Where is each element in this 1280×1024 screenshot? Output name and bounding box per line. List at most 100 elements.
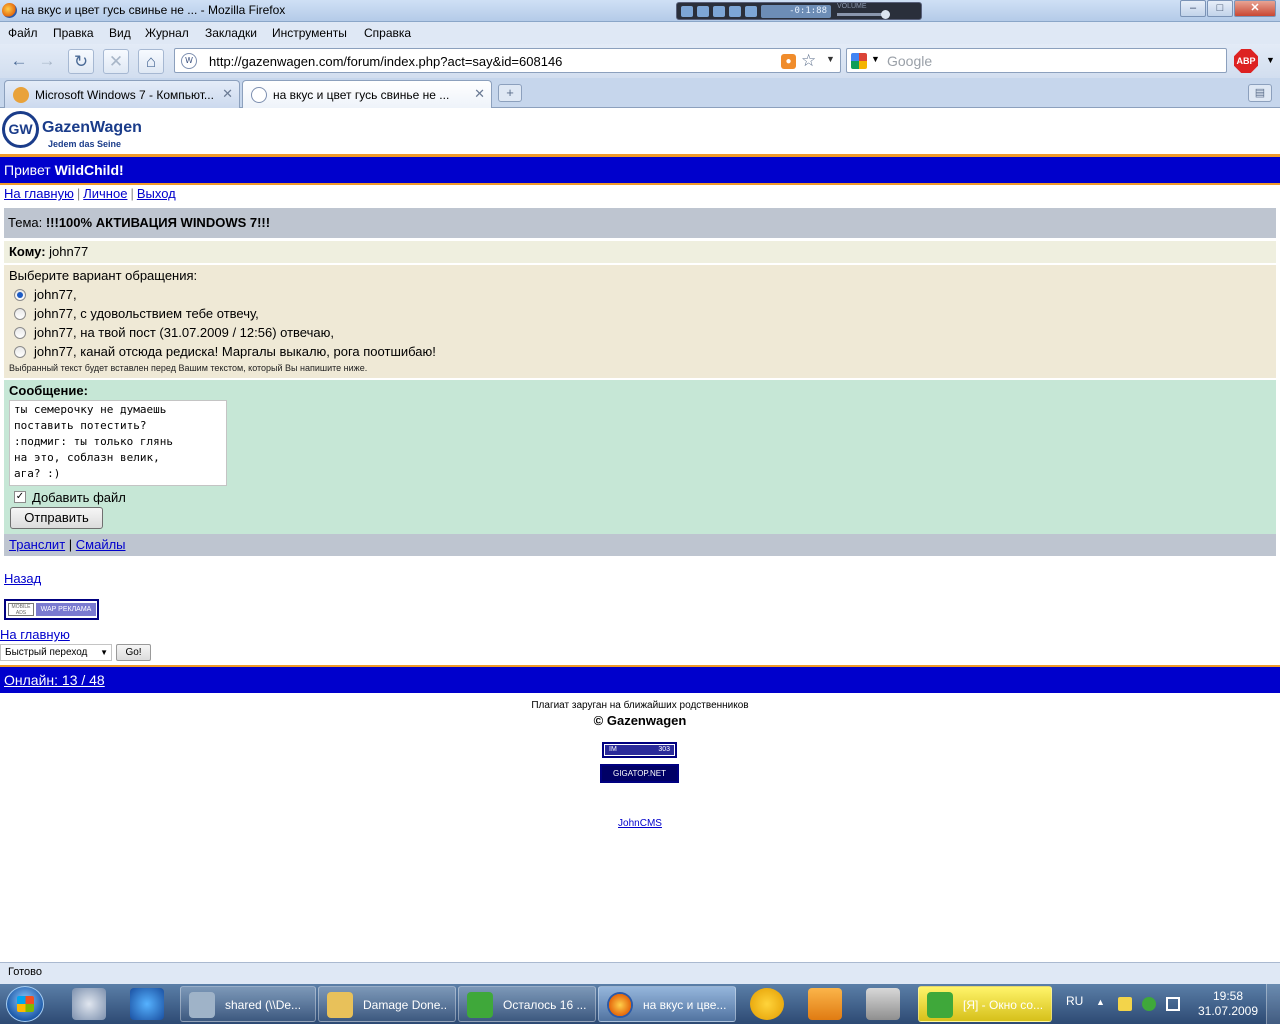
rss-icon[interactable]: ● [781,54,796,69]
tab-favicon-icon [251,87,267,103]
url-bar[interactable]: W http://gazenwagen.com/forum/index.php?… [174,48,841,73]
logout-link[interactable]: Выход [137,186,176,201]
close-button[interactable]: ✕ [1234,0,1276,17]
app-icon[interactable] [866,988,900,1020]
list-all-tabs-icon[interactable]: ▤ [1248,84,1272,102]
attach-file-checkbox[interactable]: ✓ [14,491,26,503]
chevron-down-icon: ▼ [100,648,108,657]
translit-link[interactable]: Транслит [9,537,65,552]
menu-help[interactable]: Справка [364,26,411,40]
counter-badge-1[interactable]: IM 303 [602,742,677,758]
volume-label: VOLUME [837,3,867,10]
greeting-prefix: Привет [4,162,55,178]
network-icon[interactable] [1166,997,1180,1011]
play-icon[interactable] [681,6,693,17]
menu-view[interactable]: Вид [109,26,131,40]
tab-close-icon[interactable]: ✕ [474,86,485,102]
radio-button[interactable] [14,289,26,301]
ad-banner[interactable]: MOBILE ADS WAP РЕКЛАМА [4,599,99,620]
radio-button[interactable] [14,346,26,358]
media-player-bar: -0:1:88 VOLUME [676,2,922,20]
show-hidden-icons-icon[interactable]: ▲ [1096,997,1110,1011]
menu-bookmarks[interactable]: Закладки [205,26,257,40]
url-text[interactable]: http://gazenwagen.com/forum/index.php?ac… [209,54,562,69]
pause-icon[interactable] [697,6,709,17]
go-button[interactable]: Go! [116,644,151,661]
taskbar-button-firefox[interactable]: на вкус и цве... [598,986,736,1022]
radio-button[interactable] [14,327,26,339]
message-textarea[interactable]: ты семерочку не думаешь поставить потест… [9,400,227,486]
logo-name: GazenWagen [42,119,142,136]
firefox-icon [607,992,633,1018]
folder-icon [327,992,353,1018]
back-arrow-icon[interactable]: ← [6,49,32,74]
smiles-link[interactable]: Смайлы [76,537,126,552]
search-engine-dropdown-icon[interactable]: ▼ [871,54,880,64]
stop-icon[interactable] [713,6,725,17]
home-icon[interactable]: ⌂ [138,49,164,74]
menu-edit[interactable]: Правка [53,26,94,40]
search-bar[interactable]: ▼ Google [846,48,1227,73]
forward-arrow-icon[interactable]: → [34,49,60,74]
previous-icon[interactable] [729,6,741,17]
radio-button[interactable] [14,308,26,320]
adblock-dropdown-icon[interactable]: ▼ [1266,55,1275,65]
tab-windows7[interactable]: Microsoft Windows 7 - Компьют... ✕ [4,80,240,108]
next-icon[interactable] [745,6,757,17]
menu-bar: Файл Правка Вид Журнал Закладки Инструме… [0,22,1280,44]
taskbar-button-folder[interactable]: Damage Done... [318,986,456,1022]
language-indicator[interactable]: RU [1066,994,1083,1008]
tab-gazenwagen[interactable]: на вкус и цвет гусь свинье не ... ✕ [242,80,492,108]
quick-launch-app-icon[interactable] [72,988,106,1020]
greeting-user: WildChild! [54,162,124,178]
home-link[interactable]: На главную [4,186,74,201]
internet-explorer-icon[interactable] [130,988,164,1020]
taskbar-button-shared[interactable]: shared (\\De... [180,986,316,1022]
topic-header: Тема: !!!100% АКТИВАЦИЯ WINDOWS 7!!! [4,208,1276,238]
taskbar-button-copy[interactable]: Осталось 16 ... [458,986,596,1022]
counter-label: IM [609,746,617,753]
volume-knob[interactable] [881,10,890,19]
online-link[interactable]: Онлайн: 13 / 48 [4,672,105,688]
tab-label: на вкус и цвет гусь свинье не ... [273,88,450,102]
stop-icon[interactable]: ✕ [103,49,129,74]
network-drive-icon [189,992,215,1018]
media-player-icon[interactable] [808,988,842,1020]
taskbar-label: Осталось 16 ... [503,998,587,1012]
window-title: на вкус и цвет гусь свинье не ... - Mozi… [21,3,286,17]
maximize-button[interactable]: □ [1207,0,1233,17]
show-desktop-button[interactable] [1266,984,1280,1024]
option-text: john77, [34,287,77,302]
menu-tools[interactable]: Инструменты [272,26,347,40]
tray-app-icon[interactable] [1118,997,1132,1011]
minimize-button[interactable]: – [1180,0,1206,17]
tray-status-icon[interactable] [1142,997,1156,1011]
start-button[interactable] [6,986,44,1022]
menu-history[interactable]: Журнал [145,26,189,40]
back-link[interactable]: Назад [4,571,41,586]
option-text: john77, на твой пост (31.07.2009 / 12:56… [34,325,334,340]
site-logo[interactable]: GW GazenWagen Jedem das Seine [2,111,142,151]
johncms-link[interactable]: JohnCMS [618,818,662,829]
attach-file-label[interactable]: Добавить файл [32,490,126,505]
taskbar-button-chat[interactable]: [Я] - Окно со... [918,986,1052,1022]
menu-file[interactable]: Файл [8,26,38,40]
tab-close-icon[interactable]: ✕ [222,86,233,102]
url-dropdown-icon[interactable]: ▼ [826,54,835,64]
tab-strip: Microsoft Windows 7 - Компьют... ✕ на вк… [0,78,1280,108]
volume-slider[interactable] [837,13,887,16]
new-tab-icon[interactable]: + [498,84,522,102]
counter-badge-2[interactable]: GIGATOP.NET [600,764,679,783]
reload-icon[interactable]: ↻ [68,49,94,74]
home-link-bottom[interactable]: На главную [0,627,70,642]
search-placeholder[interactable]: Google [887,53,932,69]
site-identity-icon[interactable]: W [181,53,197,69]
personal-link[interactable]: Личное [83,186,127,201]
send-button[interactable]: Отправить [10,507,103,529]
aimp-icon[interactable] [750,988,784,1020]
quick-jump-select[interactable]: Быстрый переход ▼ [0,644,112,661]
chat-icon [927,992,953,1018]
bookmark-star-icon[interactable]: ☆ [801,51,816,71]
google-icon[interactable] [851,53,867,69]
system-clock[interactable]: 19:58 31.07.2009 [1196,989,1260,1019]
